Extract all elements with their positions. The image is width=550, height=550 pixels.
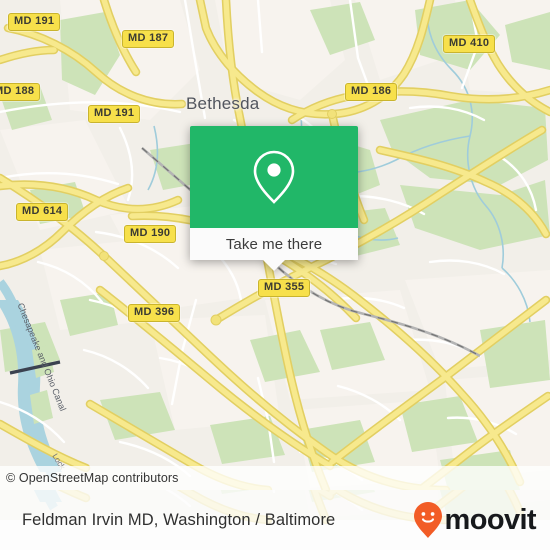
road-shield-md-187[interactable]: MD 187 — [122, 30, 175, 48]
road-shield-md-190[interactable]: MD 190 — [124, 225, 177, 243]
popup-action-label: Take me there — [225, 235, 323, 253]
map-pin-icon — [253, 150, 295, 204]
attribution-text: © OpenStreetMap contributors — [6, 471, 179, 485]
road-shield-md-396[interactable]: MD 396 — [128, 304, 181, 322]
moovit-map-screen: Bethesda Chesapeake and Ohio Canal Lock … — [0, 0, 550, 550]
road-shield-md-191-north[interactable]: MD 191 — [8, 13, 61, 31]
destination-popup-card[interactable]: Take me there — [190, 126, 358, 271]
moovit-smiley-pin-icon — [413, 502, 442, 538]
popup-action-button[interactable]: Take me there — [190, 228, 358, 260]
road-shield-md-188[interactable]: MD 188 — [0, 83, 41, 101]
road-shield-md-410[interactable]: MD 410 — [443, 35, 496, 53]
road-shield-md-614[interactable]: MD 614 — [16, 203, 69, 221]
road-shield-md-355[interactable]: MD 355 — [258, 279, 311, 297]
popup-header — [190, 126, 358, 228]
moovit-wordmark: moovit — [444, 503, 537, 536]
road-shield-md-186[interactable]: MD 186 — [345, 83, 398, 101]
popup-tail — [263, 260, 285, 271]
road-shield-md-191-south[interactable]: MD 191 — [88, 105, 141, 123]
footer-place-title: Feldman Irvin MD, Washington / Baltimore — [22, 510, 336, 529]
map-attribution: © OpenStreetMap contributors — [0, 466, 550, 490]
footer-bar: Feldman Irvin MD, Washington / Baltimore… — [0, 490, 550, 550]
map-canvas[interactable]: Bethesda Chesapeake and Ohio Canal Lock … — [0, 0, 550, 490]
moovit-brand-logo: moovit — [413, 501, 537, 539]
